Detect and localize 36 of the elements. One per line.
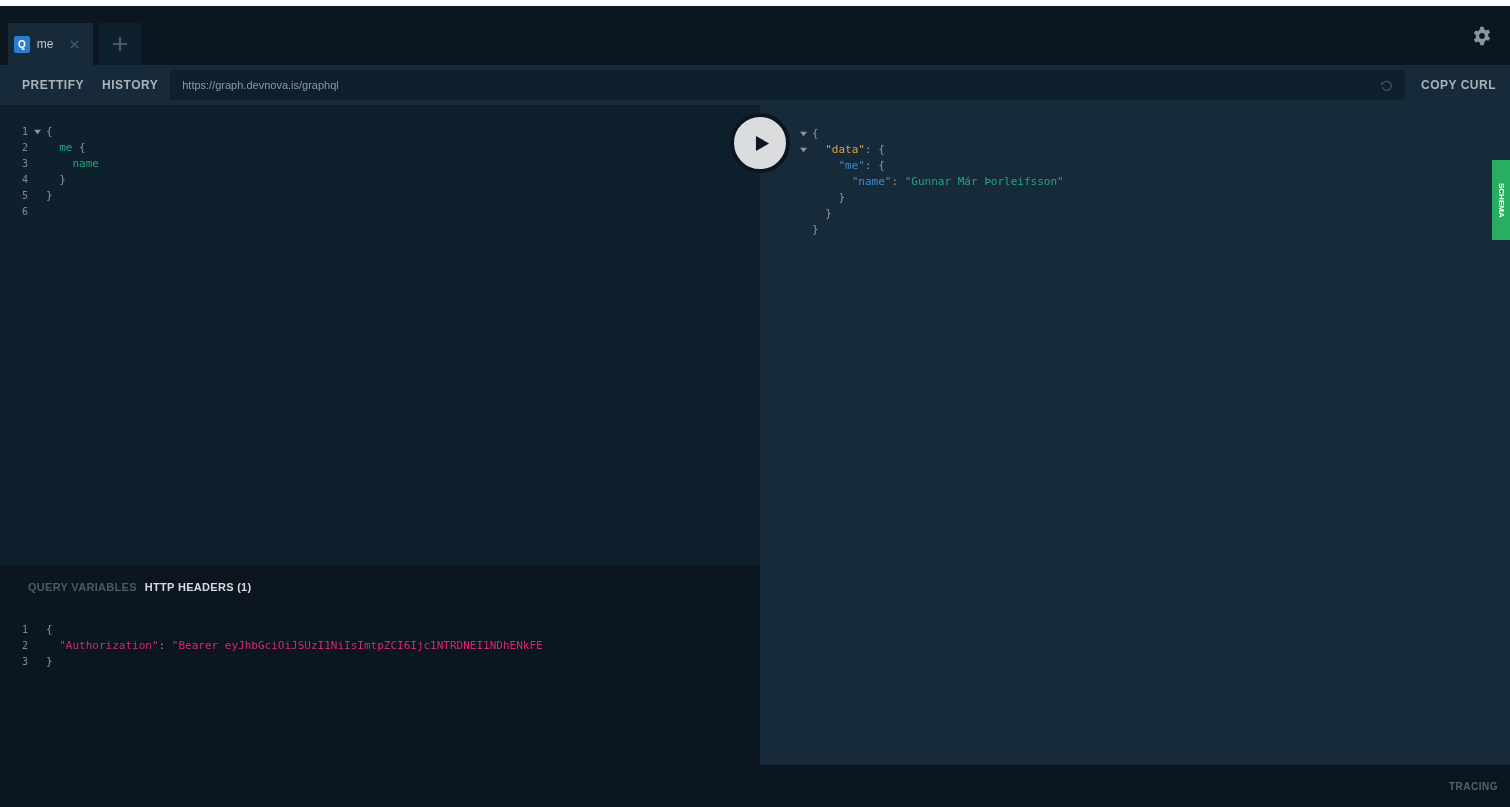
line-number: 2 xyxy=(22,141,30,153)
tab-label: me xyxy=(36,37,54,51)
code-line: "name": "Gunnar Már Þorleifsson" xyxy=(850,174,1064,188)
code-line: me { xyxy=(58,140,86,154)
code-line: } xyxy=(824,206,832,220)
new-tab-button[interactable] xyxy=(99,23,142,65)
query-tab[interactable]: Q me xyxy=(8,23,94,65)
code-line: name xyxy=(71,156,99,170)
line-number: 3 xyxy=(22,157,30,169)
fold-arrow-icon[interactable] xyxy=(800,145,807,153)
code-line: } xyxy=(58,172,66,186)
code-line: { xyxy=(46,124,53,138)
line-number: 5 xyxy=(22,189,30,201)
line-number: 1 xyxy=(22,125,30,137)
code-line: "data": { xyxy=(824,142,885,156)
code-line: { xyxy=(46,622,53,636)
editor-tab[interactable]: HTTP HEADERS (1) xyxy=(144,581,252,593)
code-line: } xyxy=(812,222,819,236)
code-line: } xyxy=(837,190,846,204)
code-line: } xyxy=(46,654,53,668)
play-icon xyxy=(755,134,770,152)
line-number: 1 xyxy=(22,623,30,635)
line-number: 3 xyxy=(22,655,30,667)
settings-icon[interactable] xyxy=(1472,25,1492,46)
code-line: "Authorization": "Bearer eyJhbGciOiJSUzI1NiIsImtpZCI6Ijc1NTRDNEI1NDhENkFE xyxy=(58,638,543,652)
endpoint-field[interactable]: https://graph.devnova.is/graphql xyxy=(170,70,1406,100)
line-number: 4 xyxy=(22,173,30,185)
code-line: { xyxy=(812,126,819,140)
code-line: } xyxy=(46,188,53,202)
fold-arrow-icon[interactable] xyxy=(34,127,41,135)
query-badge: Q xyxy=(14,35,30,53)
code-line: "me": { xyxy=(837,158,885,172)
line-number: 6 xyxy=(22,205,30,217)
plus-icon xyxy=(112,36,129,52)
line-number: 2 xyxy=(22,639,30,651)
fold-arrow-icon[interactable] xyxy=(800,129,807,137)
